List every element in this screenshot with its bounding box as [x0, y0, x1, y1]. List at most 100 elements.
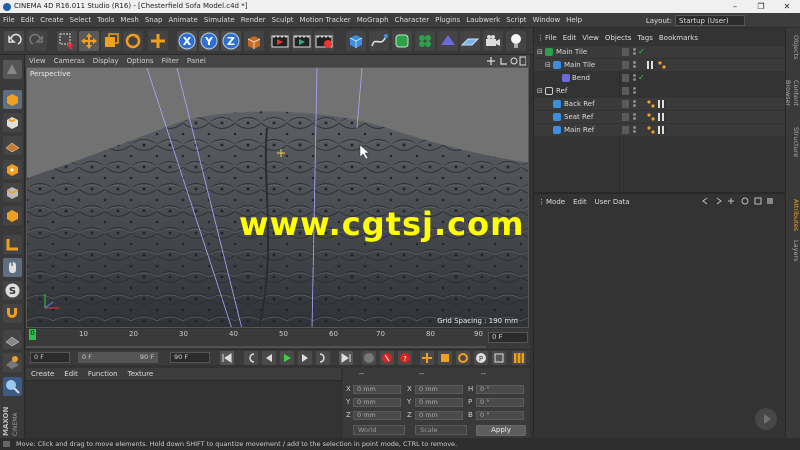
array-object-icon[interactable] [415, 31, 435, 51]
render-dots[interactable] [633, 126, 636, 134]
object-row[interactable]: ⊟ Ref [534, 85, 786, 97]
collapse-icon[interactable]: ⊟ [537, 85, 543, 97]
material-tag-icon[interactable] [658, 113, 666, 121]
key-position-icon[interactable] [420, 351, 434, 365]
coord-size-mode-dropdown[interactable]: Scale [415, 425, 467, 435]
previous-frame-icon[interactable] [262, 351, 276, 365]
visibility-toggle[interactable] [622, 87, 629, 95]
phong-tag-icon[interactable] [658, 61, 666, 69]
menu-motion-tracker[interactable]: Motion Tracker [297, 13, 354, 28]
viewport-menu-filter[interactable]: Filter [158, 55, 183, 67]
menu-tools[interactable]: Tools [94, 13, 117, 28]
max-frame-field[interactable]: 90 F [170, 352, 210, 363]
render-dots[interactable] [633, 100, 636, 108]
object-row[interactable]: ⊟ Main Tile [534, 59, 786, 71]
menu-sculpt[interactable]: Sculpt [269, 13, 297, 28]
tab-structure[interactable]: Structure [787, 124, 800, 160]
coord-size-y-field[interactable]: 0 mm [415, 398, 463, 407]
end-frame-field[interactable]: 0 F [488, 332, 528, 343]
coord-b-field[interactable]: 0 ° [476, 411, 524, 420]
material-menu-create[interactable]: Create [26, 368, 59, 381]
coord-pos-y-field[interactable]: 0 mm [353, 398, 401, 407]
snap-icon[interactable]: S [3, 281, 22, 300]
record-disabled-icon[interactable] [362, 351, 376, 365]
texture-mode-icon[interactable] [3, 113, 22, 132]
panel-grip-icon[interactable]: ⋮ [534, 196, 545, 208]
floor-object-icon[interactable] [460, 31, 480, 51]
coord-h-field[interactable]: 0 ° [476, 385, 524, 394]
locked-workplane-icon[interactable] [3, 353, 22, 372]
menu-help[interactable]: Help [563, 13, 585, 28]
object-menu-view[interactable]: View [579, 32, 602, 44]
viewport-menu-view[interactable]: View [25, 55, 50, 67]
render-dots[interactable] [633, 61, 636, 69]
minimize-button[interactable]: – [722, 0, 748, 13]
render-dots[interactable] [633, 48, 636, 56]
redo-icon[interactable] [27, 31, 47, 51]
enabled-check-icon[interactable]: ✓ [638, 72, 645, 84]
subdivision-surface-icon[interactable] [392, 31, 412, 51]
edges-mode-icon[interactable] [3, 183, 22, 202]
enabled-check-icon[interactable]: ✓ [638, 46, 645, 58]
menu-edit[interactable]: Edit [18, 13, 38, 28]
object-menu-bookmarks[interactable]: Bookmarks [656, 32, 701, 44]
menu-mesh[interactable]: Mesh [117, 13, 141, 28]
deformer-icon[interactable] [438, 31, 458, 51]
cube-primitive-icon[interactable] [346, 31, 366, 51]
coord-space-dropdown[interactable]: World [353, 425, 405, 435]
apply-button[interactable]: Apply [476, 425, 526, 436]
object-row[interactable]: Main Ref [534, 124, 786, 136]
coordinate-system-icon[interactable] [244, 31, 264, 51]
coord-size-x-field[interactable]: 0 mm [415, 385, 463, 394]
add-tool-icon[interactable] [148, 31, 168, 51]
object-row[interactable]: ⊟ Main Tile ✓ [534, 46, 786, 58]
next-keyframe-icon[interactable] [316, 351, 330, 365]
render-dots[interactable] [633, 74, 636, 82]
phong-tag-icon[interactable] [647, 113, 655, 121]
menu-simulate[interactable]: Simulate [201, 13, 238, 28]
timeline-ruler[interactable]: 0 10 20 30 40 50 60 70 80 90 0 F [26, 329, 530, 349]
panel-grip-icon[interactable]: ⋮ [534, 32, 544, 44]
spline-pen-icon[interactable] [369, 31, 389, 51]
tab-objects[interactable]: Objects [787, 32, 800, 62]
object-row[interactable]: Seat Ref [534, 111, 786, 123]
axis-mode-icon[interactable] [3, 235, 22, 254]
visibility-toggle[interactable] [622, 100, 629, 108]
next-frame-icon[interactable] [298, 351, 312, 365]
tab-attributes[interactable]: Attributes [787, 196, 800, 234]
render-settings-icon[interactable] [314, 31, 334, 51]
camera-icon[interactable] [483, 31, 503, 51]
render-picture-viewer-icon[interactable] [292, 31, 312, 51]
coord-pos-x-field[interactable]: 0 mm [353, 385, 401, 394]
menu-snap[interactable]: Snap [142, 13, 166, 28]
tab-content-browser[interactable]: Content Browser [784, 66, 800, 120]
attribute-nav-icons[interactable] [701, 196, 781, 206]
material-menu-function[interactable]: Function [83, 368, 123, 381]
magnet-icon[interactable] [3, 304, 22, 323]
menu-laubwerk[interactable]: Laubwerk [463, 13, 503, 28]
viewport-menu-display[interactable]: Display [89, 55, 123, 67]
visibility-toggle[interactable] [622, 126, 629, 134]
phong-tag-icon[interactable] [647, 126, 655, 134]
material-menu-edit[interactable]: Edit [59, 368, 83, 381]
viewport-menu-cameras[interactable]: Cameras [50, 55, 89, 67]
material-menu-texture[interactable]: Texture [123, 368, 159, 381]
points-mode-icon[interactable] [3, 160, 22, 179]
play-overlay-icon[interactable] [755, 408, 777, 430]
menu-plugins[interactable]: Plugins [432, 13, 463, 28]
visibility-toggle[interactable] [622, 48, 629, 56]
viewport-nav-icons[interactable] [486, 56, 526, 66]
render-view-icon[interactable] [270, 31, 290, 51]
tab-layers[interactable]: Layers [787, 238, 800, 264]
move-tool-icon[interactable] [79, 31, 99, 51]
key-parameter-icon[interactable]: P [474, 351, 488, 365]
coord-p-field[interactable]: 0 ° [476, 398, 524, 407]
model-mode-icon[interactable] [3, 90, 22, 109]
menu-window[interactable]: Window [530, 13, 564, 28]
workplane-mode-icon[interactable] [3, 136, 22, 155]
rotate-tool-icon[interactable] [123, 31, 143, 51]
timeline-window-icon[interactable] [512, 351, 526, 365]
menu-file[interactable]: File [0, 13, 18, 28]
attribute-menu-mode[interactable]: Mode [542, 196, 569, 208]
collapse-icon[interactable]: ⊟ [537, 46, 543, 58]
